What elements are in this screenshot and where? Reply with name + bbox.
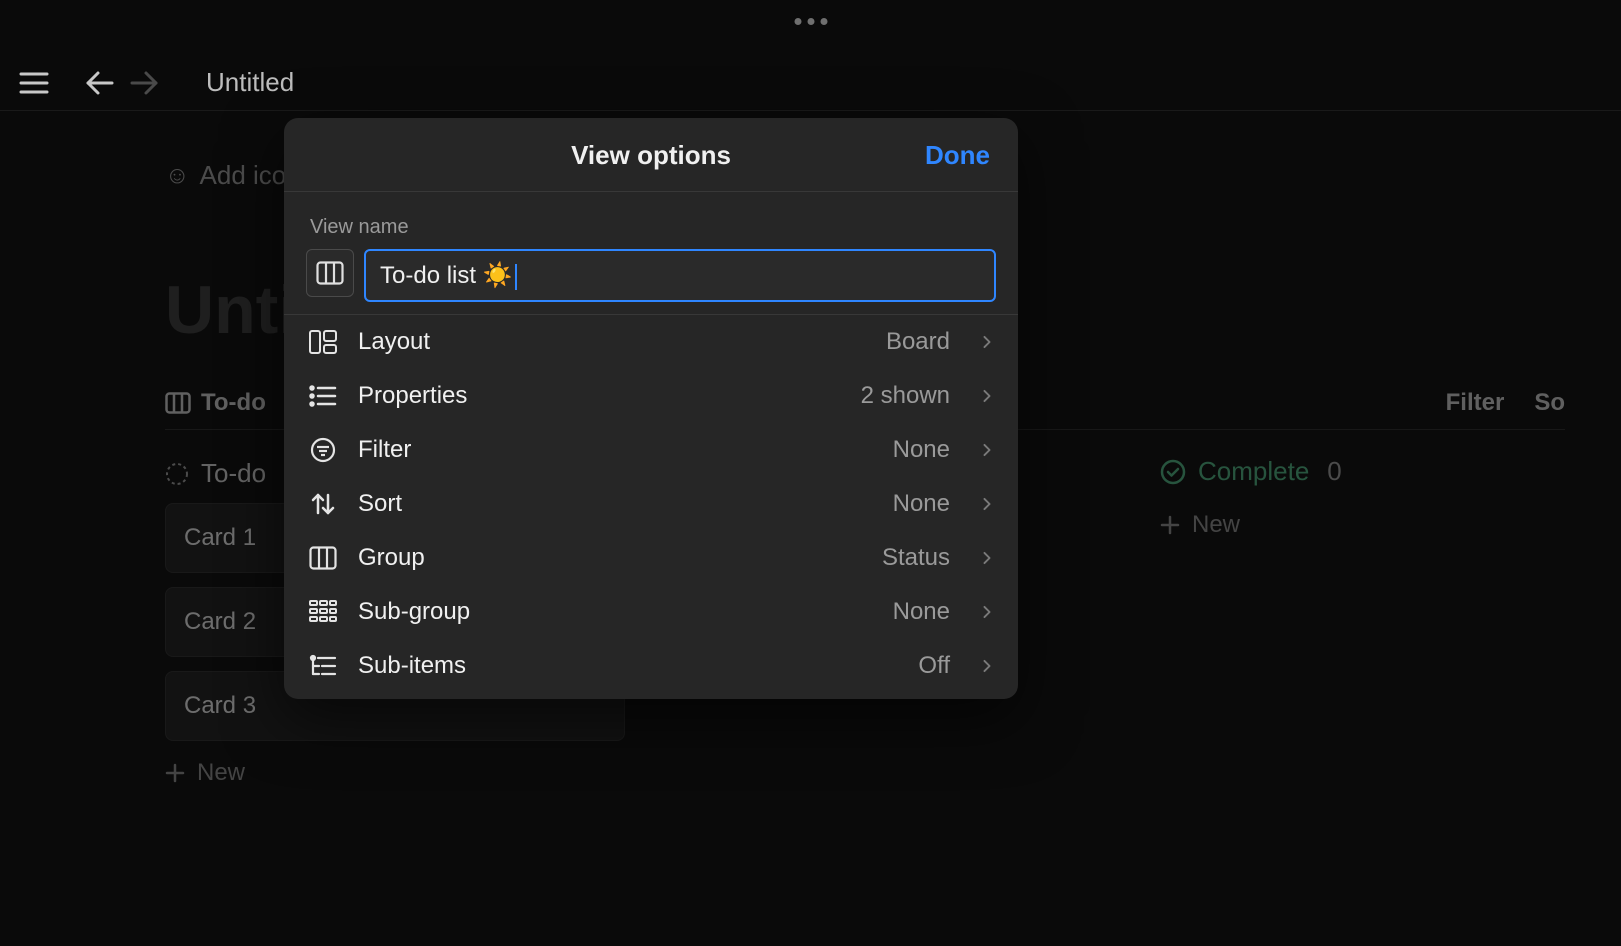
column-complete: Complete 0 New bbox=[1160, 456, 1342, 539]
board-icon bbox=[316, 261, 344, 285]
add-card-button-complete[interactable]: New bbox=[1160, 511, 1342, 539]
option-label: Sub-group bbox=[358, 598, 470, 626]
column-label: Complete bbox=[1198, 456, 1309, 487]
option-filter[interactable]: Filter None bbox=[284, 423, 1018, 477]
view-name-value: To-do list ☀️ bbox=[380, 262, 513, 289]
chevron-right-icon bbox=[980, 659, 994, 673]
layout-icon bbox=[308, 327, 338, 357]
option-subitems[interactable]: Sub-items Off bbox=[284, 639, 1018, 693]
option-subgroup[interactable]: Sub-group None bbox=[284, 585, 1018, 639]
option-label: Properties bbox=[358, 382, 467, 410]
option-properties[interactable]: Properties 2 shown bbox=[284, 369, 1018, 423]
breadcrumb-title[interactable]: Untitled bbox=[206, 67, 294, 98]
smiley-icon: ☺ bbox=[165, 162, 190, 190]
option-layout[interactable]: Layout Board bbox=[284, 315, 1018, 369]
option-value: None bbox=[893, 436, 950, 464]
option-group[interactable]: Group Status bbox=[284, 531, 1018, 585]
plus-icon bbox=[1160, 515, 1180, 535]
window-drag-handle[interactable] bbox=[794, 18, 827, 25]
view-name-label: View name bbox=[310, 216, 992, 239]
board-icon bbox=[165, 392, 191, 414]
arrow-left-icon bbox=[85, 70, 115, 96]
chevron-right-icon bbox=[980, 551, 994, 565]
option-value: None bbox=[893, 490, 950, 518]
menu-button[interactable] bbox=[12, 61, 56, 105]
option-value: None bbox=[893, 598, 950, 626]
option-value: 2 shown bbox=[861, 382, 950, 410]
done-button[interactable]: Done bbox=[925, 140, 990, 171]
list-icon bbox=[308, 381, 338, 411]
check-circle-icon bbox=[1160, 459, 1186, 485]
plus-icon bbox=[165, 763, 185, 783]
arrow-right-icon bbox=[129, 70, 159, 96]
tab-todo[interactable]: To-do bbox=[165, 389, 266, 417]
option-label: Group bbox=[358, 544, 425, 572]
column-label: To-do bbox=[201, 458, 266, 489]
view-icon-picker[interactable] bbox=[306, 249, 354, 297]
option-value: Board bbox=[886, 328, 950, 356]
nav-forward-button[interactable] bbox=[122, 61, 166, 105]
subitems-icon bbox=[308, 651, 338, 681]
add-icon-label: Add ico bbox=[200, 160, 287, 191]
chevron-right-icon bbox=[980, 605, 994, 619]
option-value: Status bbox=[882, 544, 950, 572]
column-count: 0 bbox=[1327, 456, 1341, 487]
circle-dashed-icon bbox=[165, 462, 189, 486]
modal-header: View options Done bbox=[284, 118, 1018, 192]
chevron-right-icon bbox=[980, 443, 994, 457]
options-list: Layout Board Properties 2 shown Filter N… bbox=[284, 314, 1018, 693]
card-title: Card 2 bbox=[184, 608, 256, 635]
tab-label: To-do bbox=[201, 389, 266, 417]
group-icon bbox=[308, 543, 338, 573]
card-title: Card 3 bbox=[184, 692, 256, 719]
option-label: Filter bbox=[358, 436, 411, 464]
nav-back-button[interactable] bbox=[78, 61, 122, 105]
subgroup-icon bbox=[308, 597, 338, 627]
toolbar-filter[interactable]: Filter bbox=[1446, 389, 1505, 417]
modal-title: View options bbox=[312, 140, 990, 171]
filter-icon bbox=[308, 435, 338, 465]
add-card-button[interactable]: New bbox=[165, 759, 1621, 787]
option-label: Layout bbox=[358, 328, 430, 356]
column-header-complete[interactable]: Complete 0 bbox=[1160, 456, 1342, 487]
card-title: Card 1 bbox=[184, 524, 256, 551]
chevron-right-icon bbox=[980, 335, 994, 349]
toolbar-sort[interactable]: So bbox=[1534, 389, 1565, 417]
chevron-right-icon bbox=[980, 389, 994, 403]
view-name-input[interactable]: To-do list ☀️ bbox=[364, 249, 996, 302]
add-card-label: New bbox=[197, 759, 245, 787]
top-bar: Untitled bbox=[0, 55, 1621, 111]
view-options-modal: View options Done View name To-do list ☀… bbox=[284, 118, 1018, 699]
option-label: Sub-items bbox=[358, 652, 466, 680]
chevron-right-icon bbox=[980, 497, 994, 511]
add-card-label: New bbox=[1192, 511, 1240, 539]
text-caret bbox=[515, 264, 517, 290]
option-value: Off bbox=[918, 652, 950, 680]
option-label: Sort bbox=[358, 490, 402, 518]
option-sort[interactable]: Sort None bbox=[284, 477, 1018, 531]
sort-icon bbox=[308, 489, 338, 519]
hamburger-icon bbox=[19, 72, 49, 94]
